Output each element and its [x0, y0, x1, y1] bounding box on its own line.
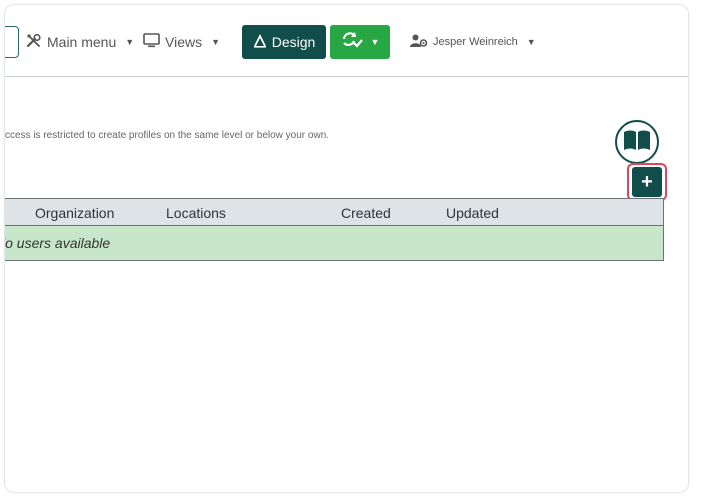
monitor-icon — [143, 33, 160, 51]
add-user-button[interactable]: + — [632, 167, 662, 197]
views-dropdown[interactable]: Views ▼ — [143, 31, 220, 53]
empty-table-message: lo users available — [4, 235, 111, 251]
main-menu-label: Main menu — [47, 34, 117, 50]
column-header-locations[interactable]: Locations — [166, 205, 226, 221]
help-book-button[interactable] — [615, 120, 659, 164]
app-window: Main menu ▼ Views ▼ Design ▼ Jesper Wein… — [4, 4, 689, 493]
views-label: Views — [165, 34, 203, 50]
plus-icon: + — [641, 170, 653, 193]
search-input[interactable] — [5, 26, 19, 58]
book-icon — [623, 129, 651, 156]
chevron-down-icon: ▼ — [370, 37, 380, 47]
column-header-created[interactable]: Created — [341, 205, 391, 221]
user-gear-icon — [410, 34, 428, 50]
sync-check-icon — [341, 31, 363, 54]
design-icon — [253, 33, 267, 51]
column-header-updated[interactable]: Updated — [446, 205, 499, 221]
access-info-text: ccess is restricted to create profiles o… — [5, 130, 330, 141]
table-header: Organization Locations Created Updated — [5, 199, 663, 226]
chevron-down-icon: ▼ — [125, 37, 135, 47]
chevron-down-icon: ▼ — [211, 37, 221, 47]
column-header-organization[interactable]: Organization — [35, 205, 114, 221]
user-name: Jesper Weinreich — [433, 36, 518, 48]
users-table: Organization Locations Created Updated l… — [4, 198, 664, 261]
sync-button[interactable]: ▼ — [330, 25, 390, 59]
user-menu-dropdown[interactable]: Jesper Weinreich ▼ — [410, 31, 536, 53]
main-menu-dropdown[interactable]: Main menu ▼ — [26, 31, 134, 53]
chevron-down-icon: ▼ — [526, 37, 536, 47]
design-button[interactable]: Design — [242, 25, 326, 59]
design-label: Design — [271, 34, 316, 50]
tools-icon — [26, 33, 42, 52]
empty-table-row: lo users available — [4, 226, 663, 260]
top-navbar: Main menu ▼ Views ▼ Design ▼ Jesper Wein… — [5, 5, 688, 77]
